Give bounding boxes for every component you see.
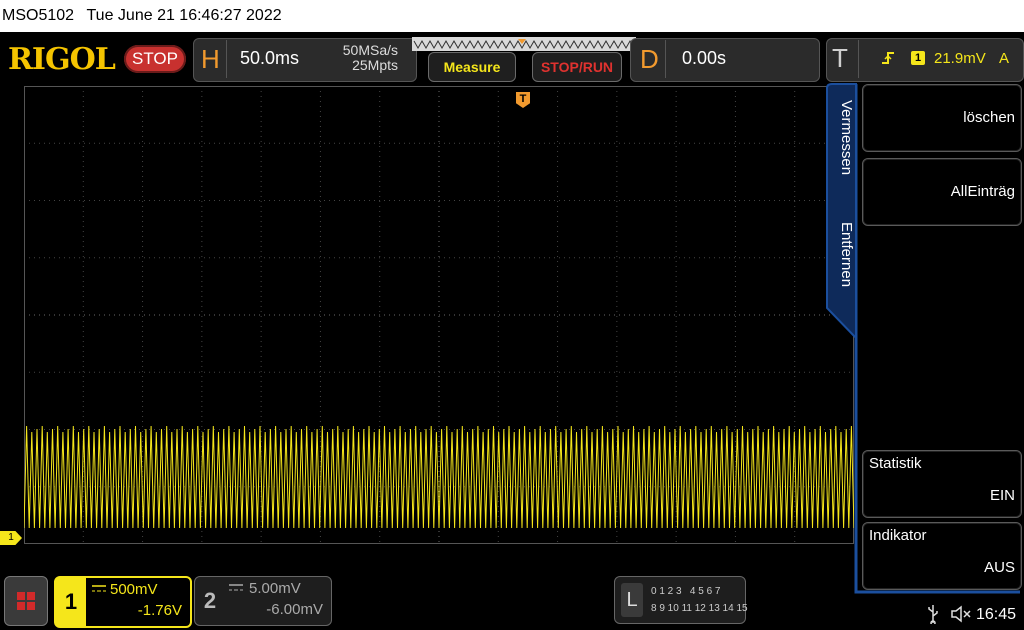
graticule [23,85,855,545]
trigger-mode: A [999,50,1010,67]
timebase-value: 50.0ms [240,48,300,68]
model-name: MSO5102 [2,7,75,24]
menu-item-value: EIN [989,487,1015,504]
channel2-offset: -6.00mV [266,601,323,618]
logic-row-2: 8 9 10 11 12 13 14 15 [651,603,748,614]
waveform-display[interactable] [23,85,855,545]
channel2-number: 2 [203,588,217,613]
system-time: 16:45 [976,606,1017,623]
delay-value: 0.00s [682,48,727,68]
channel2-scale: 5.00mV [249,580,301,597]
delay-letter: D [640,44,659,74]
memory-overview [412,37,636,51]
sample-info: 50MSa/s 25Mpts [320,43,398,73]
channel1-scale: 500mV [110,581,158,598]
logic-channels[interactable]: L 0 1 2 3 4 5 6 7 8 9 10 11 12 13 14 15 [614,576,748,624]
dc-coupling-icon [229,584,243,591]
run-state-badge[interactable]: STOP [124,45,186,73]
menu-item-all-entries[interactable]: AllEinträg [862,158,1022,226]
horizontal-letter: H [201,44,220,74]
trigger-letter: T [832,43,848,73]
dc-coupling-icon [92,585,106,592]
menu-item-statistics[interactable]: Statistik EIN [862,450,1022,518]
menu-item-label: Indikator [869,527,927,544]
menu-item-label: Statistik [869,455,922,472]
divider [665,40,666,78]
channel1-settings[interactable]: 1 500mV -1.76V [54,576,192,628]
app-grid-icon [17,592,35,610]
channel1-offset: -1.76V [137,602,182,619]
menu-item-label: AllEinträg [950,183,1015,200]
logic-row-1: 0 1 2 3 4 5 6 7 [651,586,721,597]
channel1-number: 1 [56,578,86,626]
menu-item-value: AUS [984,559,1015,576]
trigger-panel[interactable] [826,38,1024,82]
status-bar: MSO5102 Tue June 21 16:46:27 2022 [0,0,1024,32]
usb-icon [928,605,938,624]
speaker-mute-icon[interactable] [950,605,972,623]
sample-rate: 50MSa/s [342,42,398,58]
logic-letter: L [621,583,643,617]
menu-title-secondary: Entfernen [838,222,855,288]
channel1-ground-marker[interactable]: 1 [0,531,22,545]
divider [226,40,227,78]
menu-title: Vermessen [838,100,855,176]
menu-item-label: löschen [963,109,1015,126]
trigger-source-badge: 1 [911,51,925,65]
channel2-settings[interactable]: 2 5.00mV -6.00mV [194,576,332,626]
rigol-logo: RIGOL [8,42,116,77]
app-menu-button[interactable] [4,576,48,626]
menu-item-clear[interactable]: löschen [862,84,1022,152]
memory-depth: 25Mpts [352,57,398,73]
trigger-level: 21.9mV [934,50,986,67]
measure-button[interactable]: Measure [428,52,516,82]
stop-run-button[interactable]: STOP/RUN [532,52,622,82]
divider [858,40,859,78]
rising-edge-icon [882,52,894,64]
datetime: Tue June 21 16:46:27 2022 [86,7,282,24]
menu-item-indicator[interactable]: Indikator AUS [862,522,1022,590]
